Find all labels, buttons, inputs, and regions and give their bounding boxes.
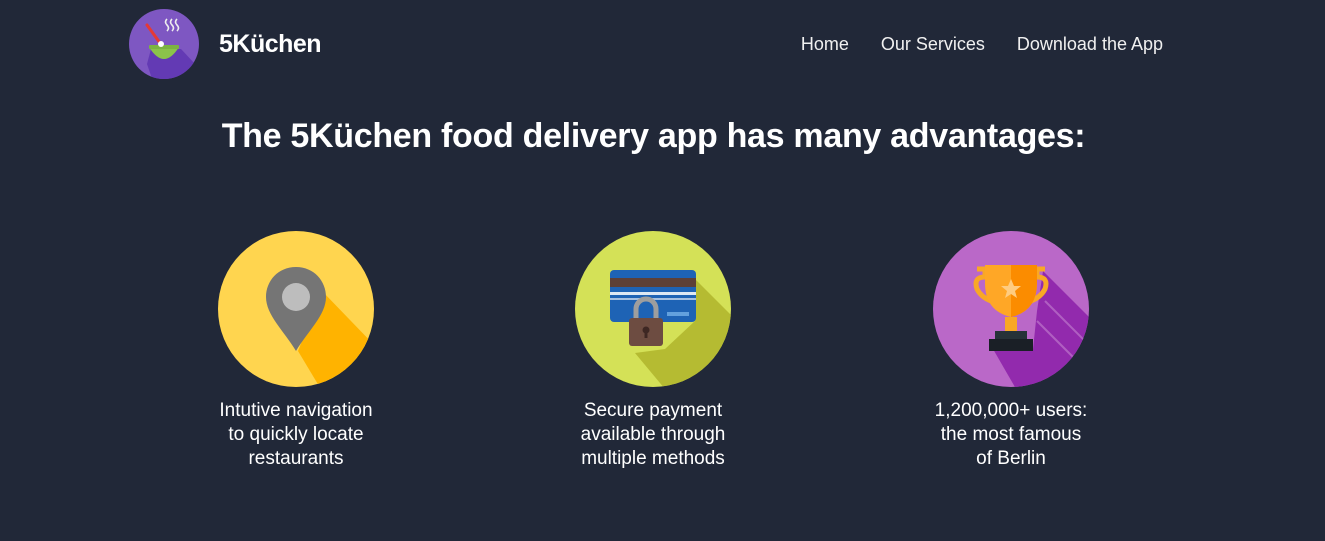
brand-name: 5Küchen: [219, 29, 322, 58]
credit-card-lock-icon: [575, 231, 731, 387]
trophy-icon: [933, 231, 1089, 387]
feature-secure-payment-text: Secure payment available through multipl…: [543, 399, 763, 471]
feature-navigation: Intutive navigation to quickly locate re…: [186, 231, 406, 471]
feature-line: restaurants: [248, 448, 344, 469]
feature-line: to quickly locate: [228, 424, 364, 445]
feature-line: Intutive navigation: [219, 400, 373, 421]
brand-logo-link[interactable]: 5Küchen: [129, 9, 322, 79]
map-pin-icon: [218, 231, 374, 387]
nav-our-services[interactable]: Our Services: [881, 33, 985, 55]
feature-line: of Berlin: [976, 448, 1046, 469]
page-headline: The 5Küchen food delivery app has many a…: [221, 117, 1086, 155]
feature-line: Secure payment: [583, 400, 723, 421]
nav-home[interactable]: Home: [801, 33, 849, 55]
site-header: 5Küchen Home Our Services Download the A…: [0, 0, 1325, 90]
bowl-logo-icon: [129, 9, 199, 79]
feature-line: multiple methods: [581, 448, 725, 469]
feature-line: 1,200,000+ users:: [934, 400, 1088, 421]
feature-navigation-text: Intutive navigation to quickly locate re…: [186, 399, 406, 471]
nav-download-app[interactable]: Download the App: [1017, 33, 1163, 55]
feature-users-text: 1,200,000+ users: the most famous of Ber…: [901, 399, 1121, 471]
main-nav: Home Our Services Download the App: [801, 33, 1163, 55]
feature-users: 1,200,000+ users: the most famous of Ber…: [901, 231, 1121, 471]
feature-secure-payment: Secure payment available through multipl…: [543, 231, 763, 471]
feature-line: available through: [580, 424, 726, 445]
feature-line: the most famous: [940, 424, 1082, 445]
